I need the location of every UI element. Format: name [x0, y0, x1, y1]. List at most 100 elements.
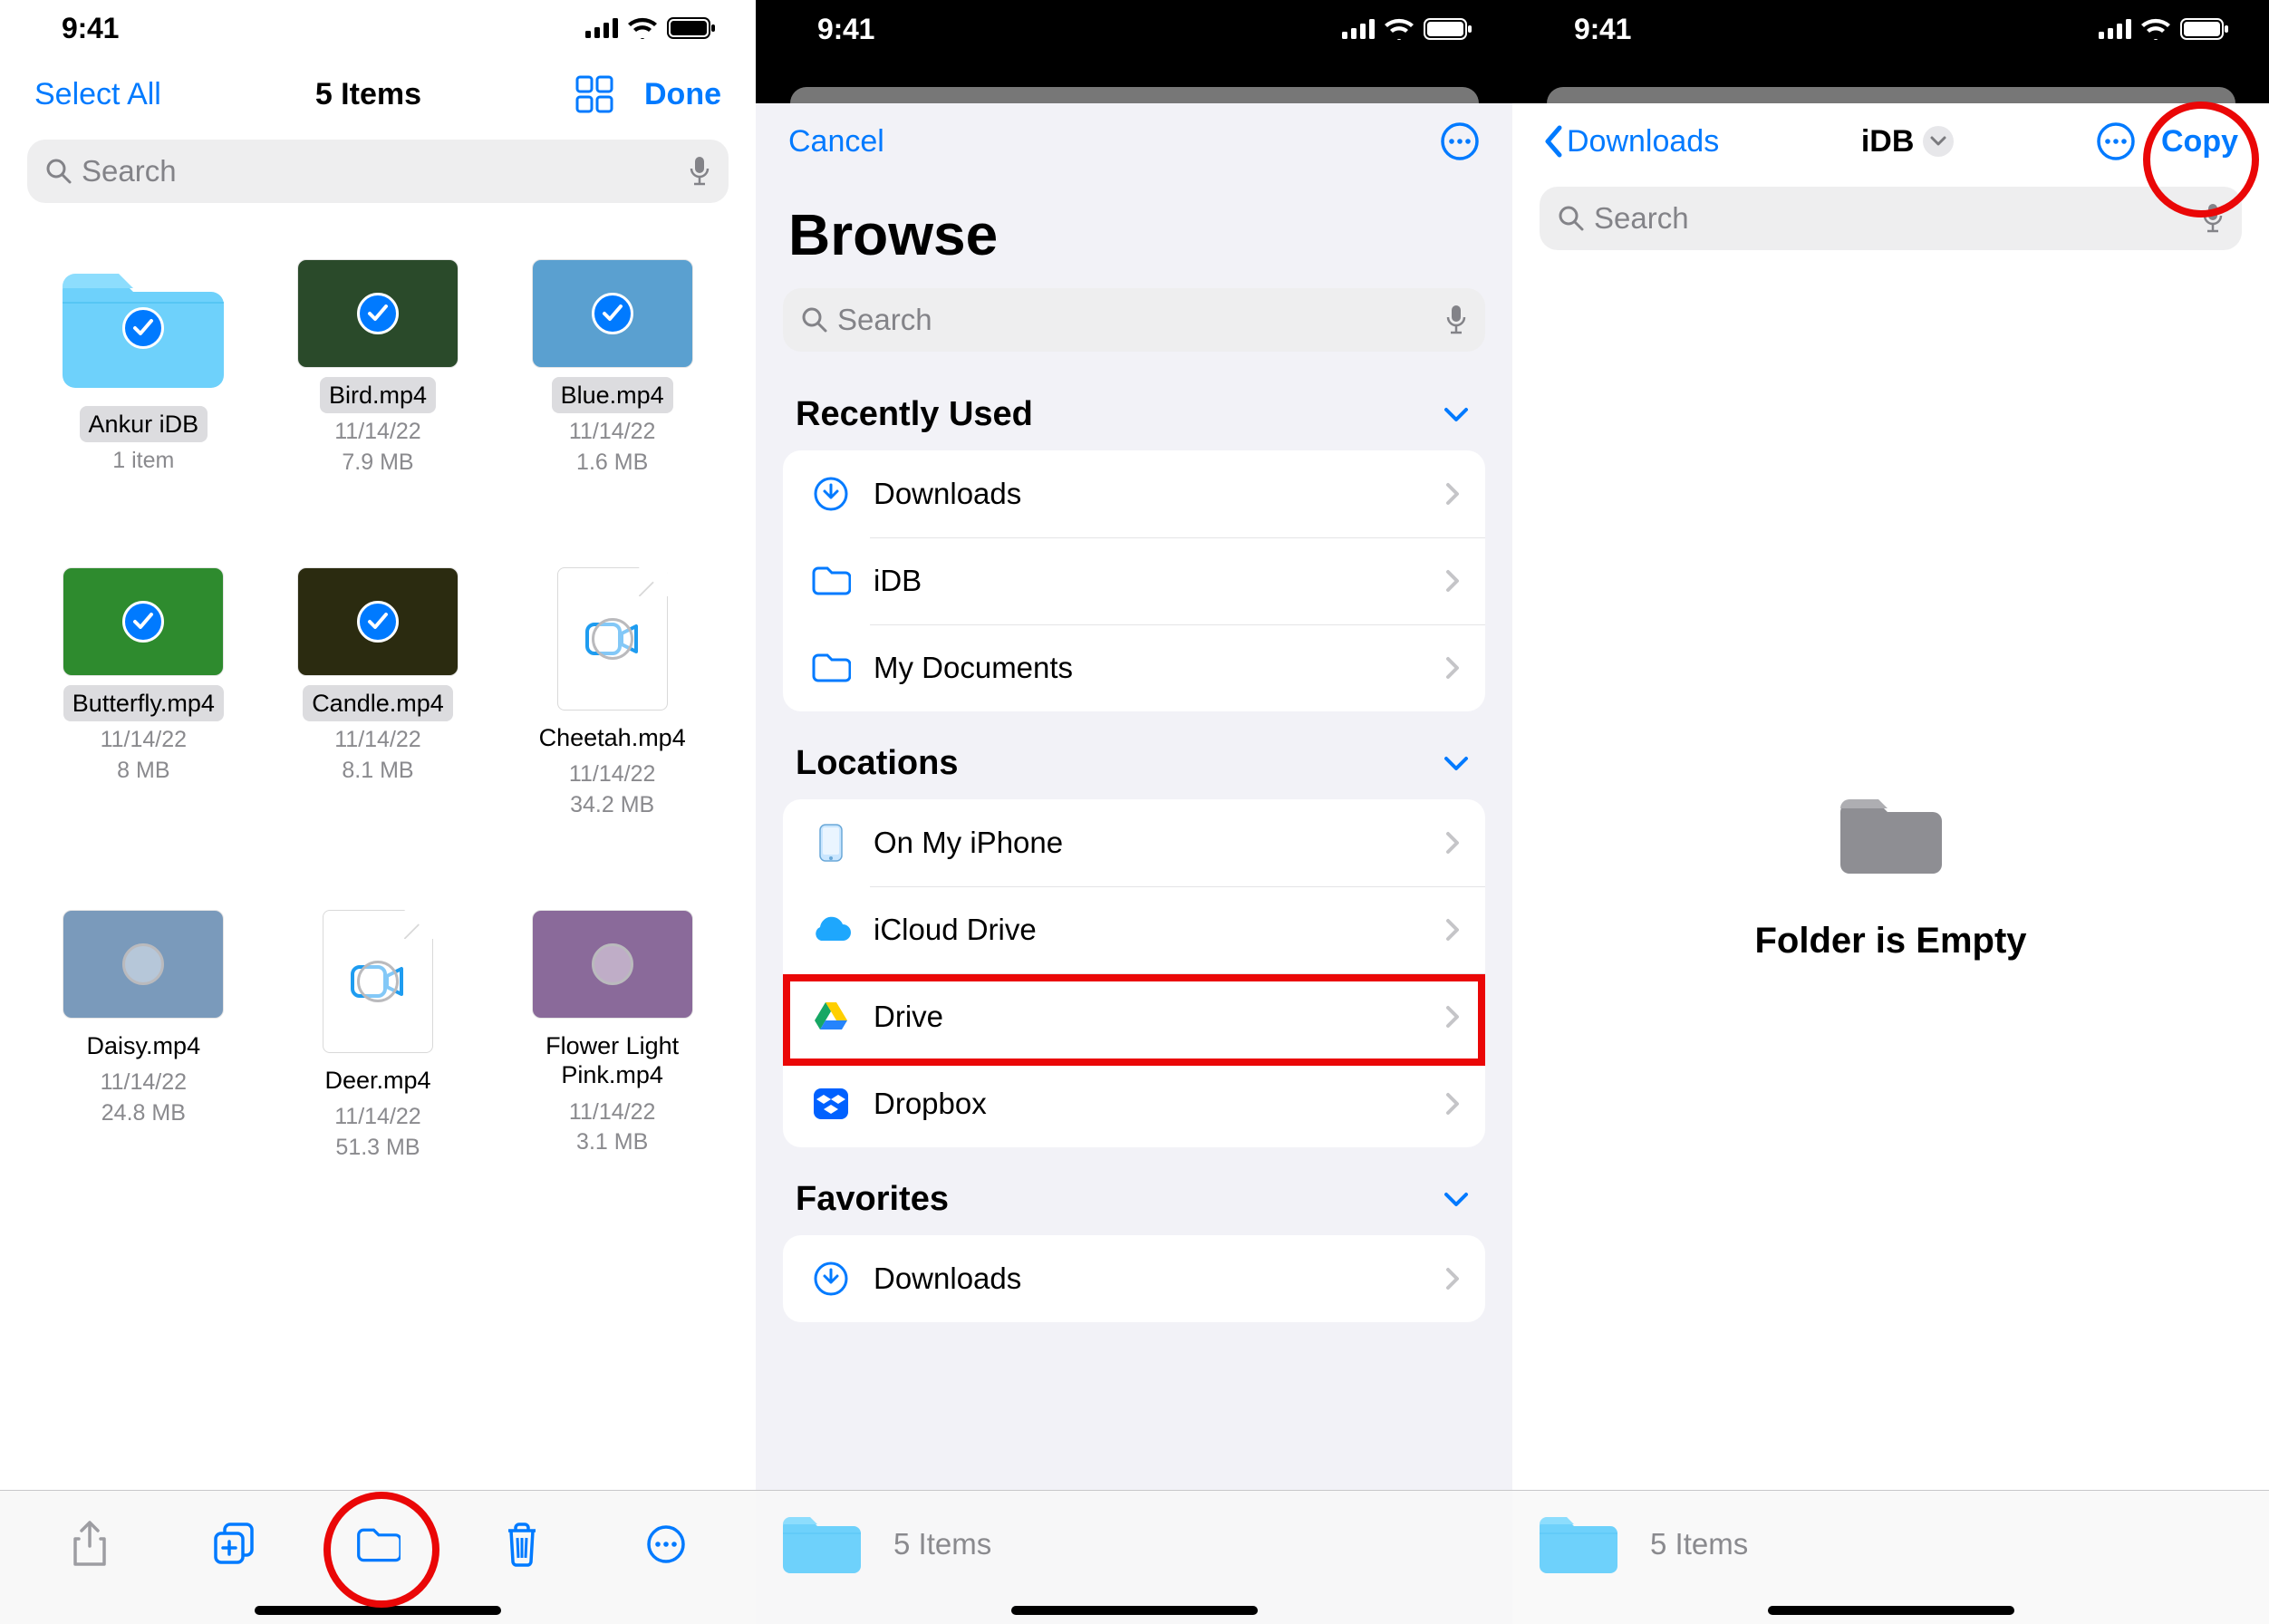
list-row[interactable]: On My iPhone [783, 799, 1485, 886]
list-row[interactable]: Downloads [783, 1235, 1485, 1322]
empty-state: Folder is Empty [1512, 261, 2269, 1490]
status-bar: 9:41 [756, 0, 1512, 58]
selection-strip: 5 Items [1512, 1490, 2269, 1597]
strip-label: 5 Items [1650, 1527, 1748, 1561]
empty-text: Folder is Empty [1754, 921, 2026, 962]
dictation-icon[interactable] [1445, 304, 1467, 335]
section-header-locations[interactable]: Locations [756, 711, 1512, 799]
mini-folder-icon [779, 1512, 864, 1577]
grid-icon [575, 75, 613, 113]
search-input[interactable] [837, 303, 1445, 337]
status-bar: 9:41 [0, 0, 756, 56]
list-favorites: Downloads [783, 1235, 1485, 1322]
move-button[interactable] [355, 1522, 401, 1567]
select-all-button[interactable]: Select All [34, 77, 161, 112]
search-input[interactable] [82, 154, 689, 188]
done-button[interactable]: Done [644, 77, 721, 112]
more-button[interactable] [643, 1522, 689, 1567]
download-icon [803, 1261, 859, 1297]
file-item[interactable]: Cheetah.mp411/14/2234.2 MB [497, 567, 727, 821]
search-input[interactable] [1594, 201, 2202, 236]
file-item[interactable]: Butterfly.mp411/14/228 MB [29, 567, 258, 821]
list-row[interactable]: iDB [783, 537, 1485, 624]
file-name: Blue.mp4 [552, 377, 673, 413]
checkmark-icon [357, 293, 399, 334]
battery-icon [1424, 18, 1472, 40]
status-icons [1342, 18, 1472, 40]
file-item[interactable]: Daisy.mp4 11/14/2224.8 MB [29, 910, 258, 1164]
chevron-right-icon [1445, 656, 1460, 680]
file-meta: 1 item [112, 446, 174, 477]
list-locations: On My iPhoneiCloud DriveDriveDropbox [783, 799, 1485, 1147]
status-icons [2099, 18, 2229, 40]
search-bar[interactable] [27, 140, 729, 203]
modal-sheet-top [1512, 58, 2269, 103]
file-item[interactable]: Candle.mp411/14/228.1 MB [264, 567, 493, 821]
copy-button[interactable]: Copy [2161, 124, 2238, 160]
list-row[interactable]: iCloud Drive [783, 886, 1485, 973]
back-button[interactable]: Downloads [1543, 124, 1719, 160]
chevron-right-icon [1445, 831, 1460, 855]
home-indicator [756, 1597, 1512, 1624]
list-row[interactable]: Downloads [783, 450, 1485, 537]
file-item[interactable]: Bird.mp411/14/227.9 MB [264, 259, 493, 478]
status-time: 9:41 [62, 12, 119, 45]
file-grid[interactable]: Ankur iDB1 itemBird.mp411/14/227.9 MBBlu… [0, 214, 756, 1490]
signal-icon [585, 18, 618, 38]
chevron-right-icon [1445, 1005, 1460, 1029]
wifi-icon [1384, 18, 1415, 40]
list-row[interactable]: Drive [783, 973, 1485, 1060]
unchecked-circle-icon [592, 618, 633, 660]
duplicate-button[interactable] [211, 1522, 256, 1567]
share-button[interactable] [67, 1522, 112, 1567]
checkmark-icon [122, 307, 164, 349]
search-icon [1558, 205, 1585, 232]
dictation-icon[interactable] [2202, 203, 2224, 234]
chevron-right-icon [1445, 482, 1460, 506]
folder-icon [803, 566, 859, 596]
file-meta: 11/14/2251.3 MB [334, 1102, 420, 1164]
view-mode-button[interactable] [575, 75, 613, 113]
search-icon [45, 158, 72, 185]
file-item[interactable]: Blue.mp411/14/221.6 MB [497, 259, 727, 478]
file-name: Deer.mp4 [315, 1062, 439, 1098]
row-label: My Documents [874, 651, 1445, 685]
cancel-button[interactable]: Cancel [788, 124, 884, 160]
unchecked-circle-icon [122, 943, 164, 985]
status-icons [585, 17, 716, 39]
gdrive-icon [803, 1000, 859, 1033]
screen-2-browse-picker: 9:41 Cancel Browse Recently Used Downloa… [756, 0, 1512, 1624]
strip-label: 5 Items [893, 1527, 991, 1561]
file-item[interactable]: Deer.mp4 11/14/2251.3 MB [264, 910, 493, 1164]
delete-button[interactable] [499, 1522, 545, 1567]
file-meta: 11/14/227.9 MB [334, 417, 420, 478]
unchecked-circle-icon [592, 943, 633, 985]
selection-strip: 5 Items [756, 1490, 1512, 1597]
status-time: 9:41 [817, 13, 874, 46]
dictation-icon[interactable] [689, 156, 710, 187]
mini-folder-icon [1536, 1512, 1621, 1577]
search-bar[interactable] [1540, 187, 2242, 250]
duplicate-icon [212, 1522, 256, 1566]
nav-title[interactable]: iDB [1719, 124, 2096, 160]
file-meta: 11/14/223.1 MB [569, 1097, 655, 1159]
list-row[interactable]: My Documents [783, 624, 1485, 711]
file-item[interactable]: Ankur iDB1 item [29, 259, 258, 478]
search-bar[interactable] [783, 288, 1485, 352]
ellipsis-circle-icon [646, 1524, 686, 1564]
home-indicator [0, 1597, 756, 1624]
section-header-recent[interactable]: Recently Used [756, 362, 1512, 450]
more-button[interactable] [2096, 121, 2136, 161]
chevron-down-icon [1443, 1192, 1469, 1208]
file-meta: 11/14/228 MB [101, 725, 187, 787]
chevron-left-icon [1543, 125, 1563, 158]
file-name: Daisy.mp4 [78, 1028, 210, 1064]
file-item[interactable]: Flower Light Pink.mp411/14/223.1 MB [497, 910, 727, 1164]
status-time: 9:41 [1574, 13, 1631, 46]
more-button[interactable] [1440, 121, 1480, 161]
section-header-favorites[interactable]: Favorites [756, 1147, 1512, 1235]
list-row[interactable]: Dropbox [783, 1060, 1485, 1147]
checkmark-icon [592, 293, 633, 334]
file-meta: 11/14/2224.8 MB [101, 1068, 187, 1129]
section-label: Favorites [796, 1180, 949, 1219]
